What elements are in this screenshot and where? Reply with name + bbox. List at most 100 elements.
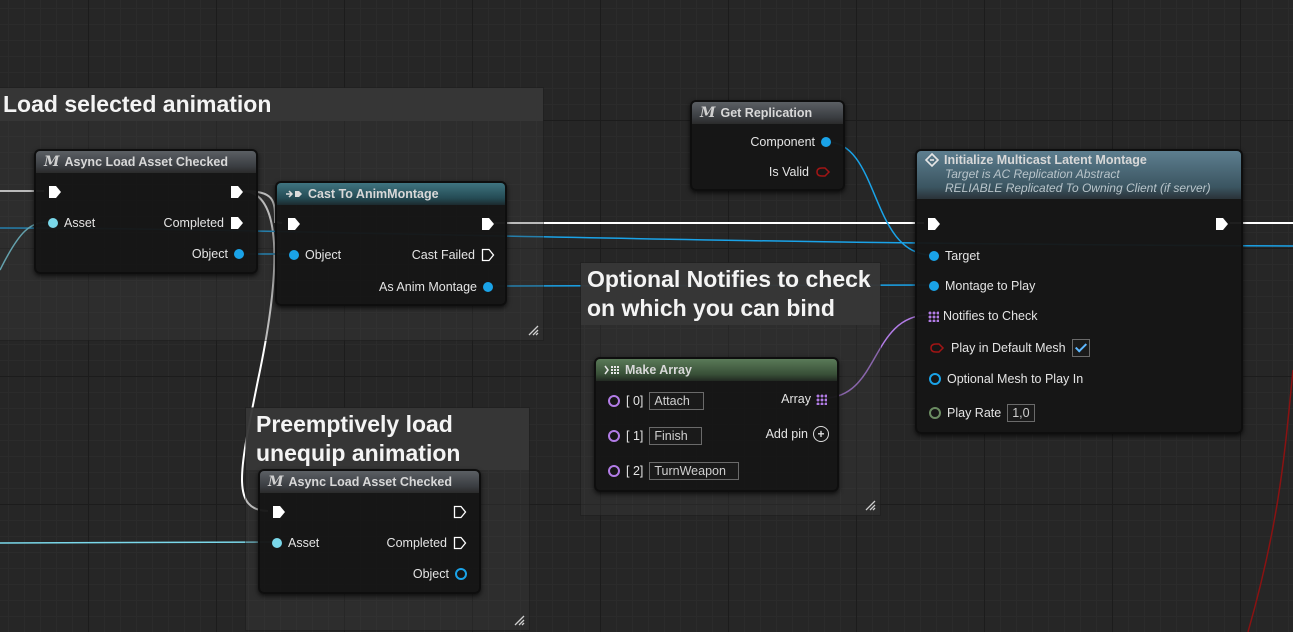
node-title: Async Load Asset Checked	[288, 475, 452, 489]
exec-pin-outline-icon	[453, 505, 467, 519]
asset-pin[interactable]: Asset	[48, 216, 95, 230]
asset-pin-icon	[48, 218, 58, 228]
plus-icon: +	[813, 426, 829, 442]
montage-to-play-pin[interactable]: Montage to Play	[929, 279, 1035, 293]
array-item-input[interactable]: TurnWeapon	[649, 462, 740, 480]
object-pin-icon	[234, 249, 244, 259]
exec-pin-icon	[928, 218, 940, 230]
object-pin[interactable]: Object	[413, 567, 467, 581]
node-title: Get Replication	[720, 106, 813, 120]
pin-index: [ 1]	[626, 429, 644, 443]
exec-out-pin[interactable]	[230, 185, 244, 199]
name-pin-icon	[608, 395, 620, 407]
comment-title: Preemptively load unequip animation	[246, 408, 529, 470]
node-title: Initialize Multicast Latent Montage	[944, 153, 1147, 167]
object-pin-icon	[289, 250, 299, 260]
play-rate-pin[interactable]: Play Rate 1,0	[929, 404, 1035, 422]
function-icon	[925, 153, 939, 167]
object-pin-icon	[483, 282, 493, 292]
pin-label: Completed	[163, 216, 224, 230]
array-out-pin[interactable]: Array	[781, 392, 827, 406]
exec-pin-icon	[1216, 218, 1228, 230]
exec-pin-icon	[482, 218, 494, 230]
node-make-array[interactable]: Make Array [ 0] Attach [ 1] Finish [ 2] …	[594, 357, 839, 492]
pin-label: Play in Default Mesh	[951, 341, 1066, 355]
resize-handle-icon[interactable]	[513, 614, 525, 626]
play-in-default-mesh-pin[interactable]: Play in Default Mesh	[929, 339, 1090, 357]
exec-pin-outline-icon	[453, 536, 467, 550]
object-pin-icon	[929, 281, 939, 291]
pin-label: As Anim Montage	[379, 280, 477, 294]
pin-label: Asset	[288, 536, 320, 550]
pin-label: Target	[945, 249, 980, 263]
array-pin-icon	[928, 310, 939, 322]
node-subtitle: RELIABLE Replicated To Owning Client (if…	[945, 181, 1211, 195]
pin-label: Array	[781, 392, 811, 406]
pin-index: [ 2]	[626, 464, 644, 478]
array-item-input[interactable]: Attach	[649, 392, 705, 410]
play-default-checkbox[interactable]	[1071, 339, 1090, 357]
node-title: Make Array	[625, 363, 692, 377]
object-pin-icon	[821, 137, 831, 147]
play-rate-input[interactable]: 1,0	[1007, 404, 1035, 422]
pin-label: Asset	[64, 216, 96, 230]
node-async-load-asset-2[interactable]: M Async Load Asset Checked Asset Complet…	[258, 469, 481, 594]
asset-pin[interactable]: Asset	[272, 536, 319, 550]
pin-label: Montage to Play	[945, 279, 1036, 293]
component-pin[interactable]: Component	[750, 135, 831, 149]
resize-handle-icon[interactable]	[527, 324, 539, 336]
pin-label: Is Valid	[768, 165, 809, 179]
node-get-replication[interactable]: M Get Replication Component Is Valid	[690, 100, 845, 191]
pin-label: Play Rate	[947, 406, 1002, 420]
pin-label: Add pin	[765, 427, 808, 441]
as-anim-montage-pin[interactable]: As Anim Montage	[379, 280, 493, 294]
macro-icon: M	[44, 154, 60, 170]
optional-mesh-pin[interactable]: Optional Mesh to Play In	[929, 372, 1083, 386]
object-pin-outline-icon	[929, 373, 941, 385]
exec-out-pin[interactable]	[1215, 217, 1229, 231]
array-item-input[interactable]: Finish	[649, 427, 703, 445]
target-pin[interactable]: Target	[929, 249, 980, 263]
notifies-to-check-pin[interactable]: Notifies to Check	[928, 309, 1037, 323]
red-wire	[1247, 369, 1293, 632]
exec-pin-icon	[231, 217, 243, 229]
exec-out-pin[interactable]	[481, 217, 495, 231]
exec-pin-icon	[49, 186, 61, 198]
asset-wire	[0, 541, 275, 544]
node-initialize-multicast-latent-montage[interactable]: Initialize Multicast Latent Montage Targ…	[915, 149, 1243, 434]
cast-failed-pin[interactable]: Cast Failed	[412, 248, 495, 262]
exec-pin-icon	[231, 186, 243, 198]
object-in-pin[interactable]: Object	[289, 248, 341, 262]
pin-index: [ 0]	[626, 394, 644, 408]
name-pin-icon	[608, 430, 620, 442]
object-pin-icon	[929, 251, 939, 261]
completed-pin[interactable]: Completed	[387, 536, 467, 550]
bool-pin-icon	[816, 167, 831, 177]
node-cast-to-animmontage[interactable]: Cast To AnimMontage Object Cast Failed A…	[275, 181, 507, 306]
array-item-pin-1[interactable]: [ 1] Finish	[608, 427, 703, 445]
pin-label: Component	[750, 135, 815, 149]
add-pin-button[interactable]: Add pin +	[766, 426, 829, 442]
node-title: Async Load Asset Checked	[64, 155, 228, 169]
object-pin[interactable]: Object	[192, 247, 244, 261]
exec-in-pin[interactable]	[927, 217, 941, 231]
array-pin-icon	[816, 393, 827, 405]
asset-pin-icon	[272, 538, 282, 548]
exec-out-pin[interactable]	[453, 505, 467, 519]
pin-label: Object	[305, 248, 342, 262]
is-valid-pin[interactable]: Is Valid	[769, 165, 831, 179]
resize-handle-icon[interactable]	[864, 499, 876, 511]
pin-label: Object	[191, 247, 228, 261]
array-item-pin-0[interactable]: [ 0] Attach	[608, 392, 705, 410]
completed-pin[interactable]: Completed	[164, 216, 244, 230]
exec-in-pin[interactable]	[48, 185, 62, 199]
macro-icon: M	[700, 105, 716, 121]
node-title: Cast To AnimMontage	[308, 187, 439, 201]
comment-title: Optional Notifies to check on which you …	[581, 263, 880, 325]
exec-pin-outline-icon	[481, 248, 495, 262]
array-item-pin-2[interactable]: [ 2] TurnWeapon	[608, 462, 740, 480]
exec-in-pin[interactable]	[287, 217, 301, 231]
exec-in-pin[interactable]	[272, 505, 286, 519]
node-async-load-asset-1[interactable]: M Async Load Asset Checked Asset Complet…	[34, 149, 258, 274]
pin-label: Cast Failed	[411, 248, 475, 262]
